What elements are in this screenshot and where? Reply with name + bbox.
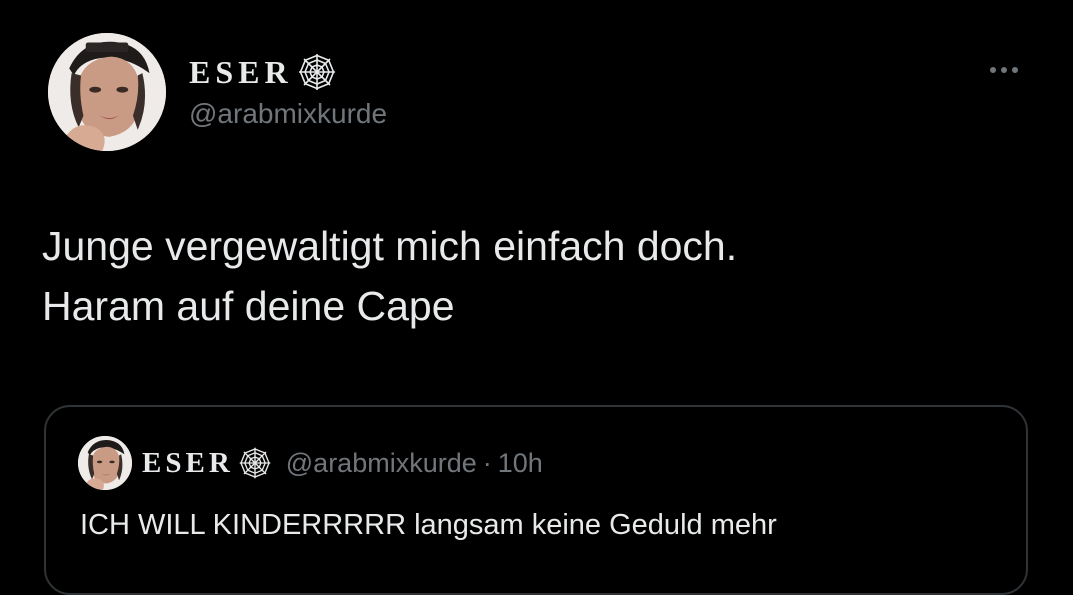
quoted-avatar[interactable] xyxy=(78,436,132,490)
spider-web-icon xyxy=(238,446,272,480)
quoted-separator: · xyxy=(482,447,492,478)
spider-web-icon xyxy=(297,52,337,92)
quoted-tweet-text: ICH WILL KINDERRRRR langsam keine Geduld… xyxy=(80,509,777,541)
tweet: ESER @arabmixkurde Junge vergewaltigt mi… xyxy=(0,0,1073,595)
more-options-icon xyxy=(990,67,996,73)
quoted-author-handle[interactable]: @arabmixkurde xyxy=(286,448,477,479)
more-options-button[interactable] xyxy=(976,52,1032,88)
more-options-icon-dot xyxy=(1012,67,1018,73)
avatar-photo xyxy=(48,33,166,151)
more-options-icon-dot xyxy=(1001,67,1007,73)
quoted-timestamp[interactable]: 10h xyxy=(498,448,543,479)
quoted-avatar-photo xyxy=(78,436,132,490)
author-name-row[interactable]: ESER xyxy=(189,52,337,92)
quoted-tweet-card[interactable]: ESER @arabmixkurde · 10h ICH WILL KINDER… xyxy=(44,405,1028,595)
quoted-tweet-header: ESER @arabmixkurde · 10h xyxy=(78,435,543,491)
avatar[interactable] xyxy=(48,33,166,151)
author-handle[interactable]: @arabmixkurde xyxy=(189,98,387,130)
author-display-name[interactable]: ESER xyxy=(189,54,293,91)
quoted-author-display-name[interactable]: ESER xyxy=(142,447,234,480)
tweet-text: Junge vergewaltigt mich einfach doch. Ha… xyxy=(42,223,738,329)
